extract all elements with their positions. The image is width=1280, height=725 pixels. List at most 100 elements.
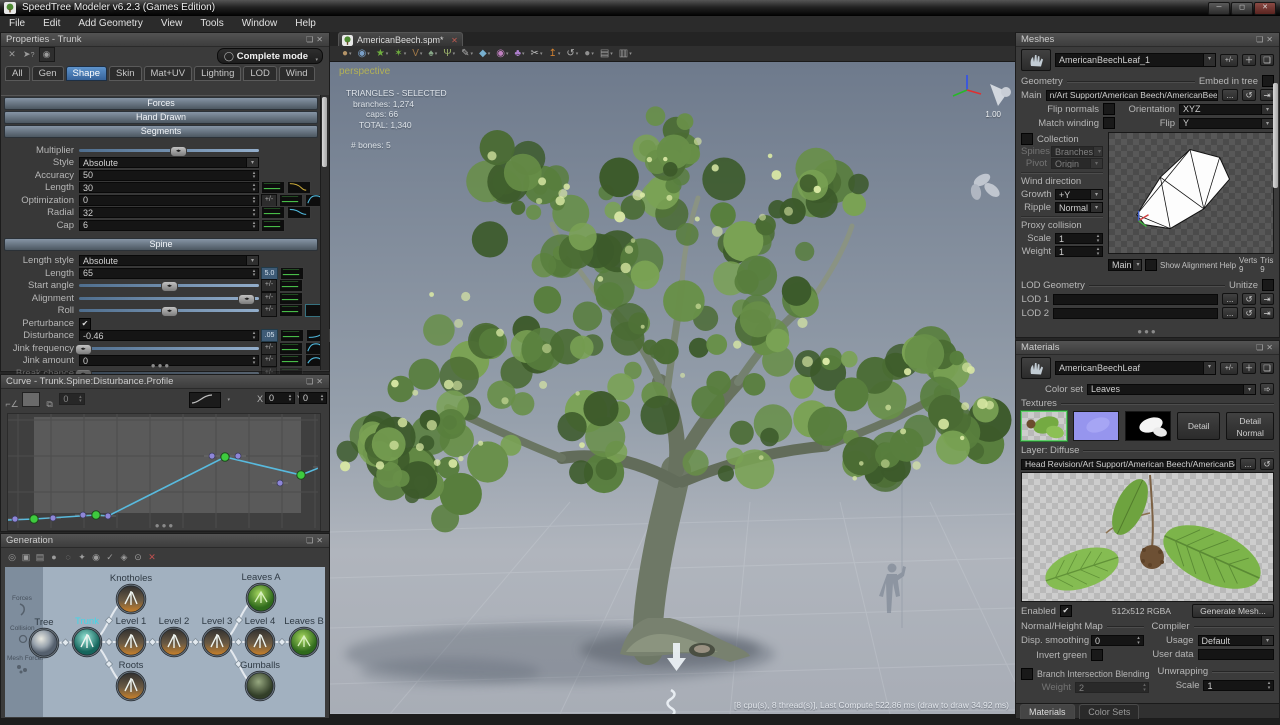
spinner-arrows[interactable]: ▴▾ xyxy=(250,196,258,205)
curve-preset-button[interactable]: ▾ xyxy=(189,392,221,408)
node-edit-icon[interactable]: ◆ xyxy=(479,48,487,59)
slider-start-angle[interactable]: ◂▸ xyxy=(79,284,259,287)
slider-alignment[interactable]: ◂▸ xyxy=(79,297,259,300)
main-path-field[interactable]: n/Art Support/American Beech/AmericanBee… xyxy=(1046,90,1218,101)
spine-edit-icon[interactable]: ✎ xyxy=(461,48,469,59)
slider-handle[interactable]: ◂▸ xyxy=(161,281,178,292)
dropdown-style[interactable]: Absolute▾ xyxy=(79,157,259,168)
scale-input[interactable]: 1▴▾ xyxy=(1055,233,1103,244)
fill-mode-icon[interactable] xyxy=(22,392,40,407)
curve-value-input[interactable]: 0▴▾ xyxy=(59,393,85,405)
plus-minus-button[interactable]: +/- xyxy=(261,292,277,305)
disp-smoothing-input[interactable]: 0▴▾ xyxy=(1091,635,1144,646)
flip-normals-checkbox[interactable] xyxy=(1103,103,1115,115)
generation-node-canvas[interactable]: Forces Collision Mesh Forces TreeTrunkKn… xyxy=(5,567,325,717)
plus-minus-button[interactable]: +/- xyxy=(261,279,277,292)
browse-button[interactable]: ... xyxy=(1222,307,1238,319)
menu-edit[interactable]: Edit xyxy=(34,16,69,29)
sphere-icon[interactable]: ● xyxy=(47,551,61,564)
unwrap-scale-input[interactable]: 1▴▾ xyxy=(1203,680,1274,691)
spinner-arrows[interactable]: ▴▾ xyxy=(250,221,258,230)
curve-thumbnail-bar[interactable] xyxy=(279,292,303,305)
menu-tools[interactable]: Tools xyxy=(191,16,232,29)
tab-wind[interactable]: Wind xyxy=(279,66,315,81)
add-material-button[interactable]: ＋ xyxy=(1242,362,1256,374)
curve-thumbnail-bar[interactable] xyxy=(279,354,303,367)
reload-icon[interactable]: ↺ xyxy=(1260,458,1274,470)
input-cap[interactable]: 6▴▾ xyxy=(79,220,259,231)
plus-minus-button[interactable]: +/- xyxy=(261,304,277,317)
delete-icon[interactable]: ✕ xyxy=(5,48,19,61)
curve-thumbnail-bar[interactable] xyxy=(279,304,303,317)
splitter-grip[interactable]: ●●● xyxy=(151,361,172,370)
input-radial[interactable]: 32▴▾ xyxy=(79,207,259,218)
y-input[interactable]: 0▴▾ xyxy=(299,392,327,404)
generate-icon[interactable]: ⊙ xyxy=(131,551,145,564)
delete-icon[interactable]: ✕ xyxy=(145,551,159,564)
grow-icon[interactable]: ↺ xyxy=(566,48,574,59)
properties-scrollbar[interactable] xyxy=(320,95,329,370)
spinner-arrows[interactable]: ▴▾ xyxy=(250,331,258,340)
render-icon[interactable]: ▤ xyxy=(600,48,609,59)
show-mode-icon[interactable]: ◉ xyxy=(358,48,367,59)
close-panel-icon[interactable]: ✕ xyxy=(316,536,326,545)
spinner-arrows[interactable]: ▴▾ xyxy=(250,356,258,365)
float-panel-icon[interactable]: ❏ xyxy=(306,35,316,44)
tangent-mode-icon[interactable]: ⌐∠ xyxy=(5,398,19,411)
reload-icon[interactable]: ↺ xyxy=(1242,293,1256,305)
menu-view[interactable]: View xyxy=(152,16,192,29)
curve-thumbnail-bar[interactable] xyxy=(280,267,304,280)
slider-handle[interactable]: ◂▸ xyxy=(238,294,255,305)
match-winding-checkbox[interactable] xyxy=(1103,117,1115,129)
minimize-icon[interactable]: ─ xyxy=(1208,2,1230,15)
window-icon[interactable]: ▥ xyxy=(619,48,628,59)
section-forces[interactable]: Forces xyxy=(4,97,318,110)
query-pointer-icon[interactable]: ➤? xyxy=(22,48,36,61)
invert-green-checkbox[interactable] xyxy=(1091,649,1103,661)
plus-minus-button[interactable]: +/- xyxy=(261,342,277,355)
group-icon[interactable]: ✦ xyxy=(75,551,89,564)
plus-minus-button[interactable]: +/- xyxy=(1220,54,1238,67)
preview-view-dropdown[interactable]: Main▾ xyxy=(1108,259,1142,271)
focus-icon[interactable]: ◎ xyxy=(5,551,19,564)
plus-minus-button[interactable]: +/- xyxy=(261,354,277,367)
splitter-grip[interactable]: ●●● xyxy=(1137,327,1158,336)
normal-thumbnail[interactable] xyxy=(1073,411,1119,441)
menu-window[interactable]: Window xyxy=(233,16,287,29)
checkbox-perturbance[interactable]: ✔ xyxy=(79,318,91,330)
generation-node-level4[interactable]: Level 4 xyxy=(245,616,276,656)
tab-skin[interactable]: Skin xyxy=(109,66,141,81)
lod1-field[interactable] xyxy=(1053,294,1218,305)
menu-help[interactable]: Help xyxy=(286,16,325,29)
collection-checkbox[interactable] xyxy=(1021,133,1033,145)
value-badge[interactable]: 5.0 xyxy=(261,267,278,280)
check-icon[interactable]: ✓ xyxy=(103,551,117,564)
menu-file[interactable]: File xyxy=(0,16,34,29)
frond-tool-icon[interactable]: ✶ xyxy=(394,48,402,59)
ripple-dropdown[interactable]: Normal▾ xyxy=(1055,202,1103,213)
spinner-arrows[interactable]: ▴▾ xyxy=(250,183,258,192)
menu-add-geometry[interactable]: Add Geometry xyxy=(69,16,151,29)
input-length[interactable]: 65▴▾ xyxy=(79,268,259,279)
diffuse-thumbnail[interactable] xyxy=(1021,411,1067,441)
alpha-thumbnail[interactable] xyxy=(1125,411,1171,441)
show-alignment-checkbox[interactable] xyxy=(1145,259,1157,271)
eye-icon[interactable]: ◉ xyxy=(39,47,55,62)
enabled-checkbox[interactable]: ✔ xyxy=(1060,605,1072,617)
generation-graph[interactable]: TreeTrunkKnotholesLevel 1RootsLevel 2Lev… xyxy=(5,567,325,717)
hand-icon[interactable] xyxy=(1021,49,1051,71)
input-accuracy[interactable]: 50▴▾ xyxy=(79,170,259,181)
slider-jink-frequency[interactable]: ◂▸ xyxy=(79,347,259,350)
tab-materials[interactable]: Materials xyxy=(1020,704,1075,719)
color-set-dropdown[interactable]: Leaves▾ xyxy=(1087,384,1256,395)
close-panel-icon[interactable]: ✕ xyxy=(1266,343,1276,352)
curve-thumbnail-bar[interactable] xyxy=(279,194,303,207)
lock-icon[interactable]: ◈ xyxy=(117,551,131,564)
curve-thumbnail-bar[interactable] xyxy=(279,279,303,292)
section-segments[interactable]: Segments xyxy=(4,125,318,138)
curve-thumbnail-yellow[interactable] xyxy=(287,181,311,194)
material-ball-icon[interactable]: ● xyxy=(342,48,348,59)
lod2-field[interactable] xyxy=(1053,308,1218,319)
curve-thumbnail-bar[interactable] xyxy=(261,219,285,232)
texture-preview[interactable] xyxy=(1021,472,1274,602)
